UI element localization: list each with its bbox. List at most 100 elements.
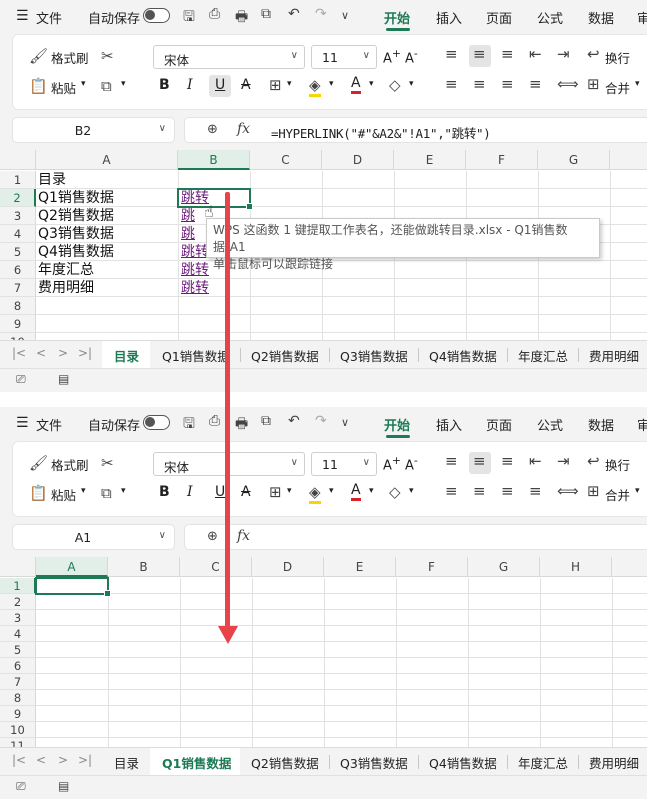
- select-all-corner[interactable]: [0, 150, 36, 170]
- tab-page[interactable]: 页面: [486, 8, 512, 27]
- menu-icon[interactable]: ☰: [16, 415, 29, 431]
- cut-icon[interactable]: ✂: [101, 47, 114, 65]
- hyperlink-b4[interactable]: 跳: [181, 225, 195, 243]
- autosave-toggle[interactable]: [143, 415, 170, 430]
- align-middle-icon[interactable]: ≡: [473, 452, 486, 470]
- chevron-down-icon[interactable]: ∨: [341, 9, 349, 22]
- autosave-toggle[interactable]: [143, 8, 170, 23]
- border-dropdown-icon[interactable]: ▾: [287, 486, 292, 496]
- row-header[interactable]: 9: [0, 315, 36, 333]
- print-preview-icon[interactable]: ⧉: [261, 413, 271, 429]
- column-header[interactable]: C: [180, 557, 252, 577]
- indent-decrease-icon[interactable]: ⇤: [529, 452, 542, 470]
- strikethrough-icon[interactable]: A: [241, 77, 251, 93]
- cell-a6[interactable]: 年度汇总: [38, 261, 94, 279]
- format-painter-icon[interactable]: 🖌: [29, 47, 48, 65]
- chevron-down-icon[interactable]: ∨: [341, 416, 349, 429]
- fx-icon[interactable]: fx: [237, 121, 250, 137]
- increase-font-icon[interactable]: A+: [383, 47, 401, 66]
- align-bottom-icon[interactable]: ≡: [501, 45, 514, 63]
- fill-dropdown-icon[interactable]: ▾: [329, 79, 334, 89]
- border-dropdown-icon[interactable]: ▾: [287, 79, 292, 89]
- align-right-icon[interactable]: ≡: [501, 482, 514, 500]
- row-header[interactable]: 6: [0, 658, 36, 674]
- merge-icon[interactable]: ⊞: [587, 75, 600, 93]
- hyperlink-b7[interactable]: 跳转: [181, 279, 209, 297]
- row-header[interactable]: 2: [0, 189, 36, 207]
- tab-home[interactable]: 开始: [384, 415, 410, 434]
- italic-icon[interactable]: I: [187, 484, 193, 500]
- column-header[interactable]: F: [466, 150, 538, 170]
- sheet-tab-q2[interactable]: Q2销售数据: [251, 346, 319, 365]
- sheet-tab-q4[interactable]: Q4销售数据: [429, 346, 497, 365]
- bold-icon[interactable]: B: [159, 484, 170, 500]
- increase-font-icon[interactable]: A+: [383, 454, 401, 473]
- indent-increase-icon[interactable]: ⇥: [557, 45, 570, 63]
- macro-icon[interactable]: ⎚: [16, 372, 26, 387]
- menu-icon[interactable]: ☰: [16, 8, 29, 24]
- save-icon[interactable]: 🖫: [183, 413, 195, 437]
- merge-dropdown-icon[interactable]: ▾: [635, 486, 640, 496]
- format-painter-button[interactable]: 格式刷: [51, 455, 89, 474]
- prev-sheet-icon[interactable]: <: [36, 753, 46, 767]
- tab-insert[interactable]: 插入: [436, 415, 462, 434]
- row-header[interactable]: 5: [0, 642, 36, 658]
- cut-icon[interactable]: ✂: [101, 454, 114, 472]
- formula-bar[interactable]: ⊕ fx =HYPERLINK("#"&A2&"!A1","跳转"): [184, 117, 647, 143]
- wrap-button[interactable]: 换行: [605, 48, 630, 67]
- border-icon[interactable]: ⊞: [269, 483, 282, 501]
- tab-review[interactable]: 审: [637, 415, 647, 434]
- name-box[interactable]: B2 ∨: [12, 117, 175, 143]
- formula-bar[interactable]: ⊕ fx: [184, 524, 647, 550]
- underline-icon[interactable]: U: [215, 77, 225, 93]
- font-color-icon[interactable]: A: [351, 75, 361, 94]
- eraser-icon[interactable]: ◇: [389, 483, 401, 501]
- row-header[interactable]: 8: [0, 297, 36, 315]
- font-color-dropdown-icon[interactable]: ▾: [369, 486, 374, 496]
- page-view-icon[interactable]: ▤: [58, 779, 69, 793]
- strikethrough-icon[interactable]: A: [241, 484, 251, 500]
- cell-a3[interactable]: Q2销售数据: [38, 207, 114, 225]
- copy-icon[interactable]: ⧉: [101, 77, 112, 95]
- font-name-select[interactable]: 宋体 ∨: [153, 45, 305, 69]
- sheet-tab-q3[interactable]: Q3销售数据: [340, 753, 408, 772]
- column-header[interactable]: [610, 150, 647, 170]
- redo-icon[interactable]: ↷: [315, 6, 327, 22]
- column-header[interactable]: E: [394, 150, 466, 170]
- tab-insert[interactable]: 插入: [436, 8, 462, 27]
- column-header[interactable]: H: [540, 557, 612, 577]
- row-header[interactable]: 7: [0, 279, 36, 297]
- tab-formula[interactable]: 公式: [537, 8, 563, 27]
- row-header[interactable]: 3: [0, 610, 36, 626]
- bold-icon[interactable]: B: [159, 77, 170, 93]
- decrease-font-icon[interactable]: A-: [405, 454, 418, 473]
- sheet-tab-annual[interactable]: 年度汇总: [518, 753, 568, 772]
- column-header[interactable]: D: [252, 557, 324, 577]
- column-header[interactable]: D: [322, 150, 394, 170]
- paste-icon[interactable]: 📋: [29, 484, 48, 502]
- indent-decrease-icon[interactable]: ⇤: [529, 45, 542, 63]
- save-icon[interactable]: 🖫: [183, 6, 195, 30]
- row-header[interactable]: 4: [0, 225, 36, 243]
- align-middle-icon[interactable]: ≡: [473, 45, 486, 63]
- cell-a2[interactable]: Q1销售数据: [38, 189, 114, 207]
- next-sheet-icon[interactable]: >: [58, 346, 68, 360]
- undo-icon[interactable]: ↶: [288, 413, 300, 429]
- row-header[interactable]: 7: [0, 674, 36, 690]
- row-header[interactable]: 1: [0, 171, 36, 189]
- paste-dropdown-icon[interactable]: ▾: [81, 486, 86, 496]
- font-size-select[interactable]: 11 ∨: [311, 452, 377, 476]
- column-header[interactable]: C: [250, 150, 322, 170]
- undo-icon[interactable]: ↶: [288, 6, 300, 22]
- wrap-icon[interactable]: ↩: [587, 452, 600, 470]
- cell-a4[interactable]: Q3销售数据: [38, 225, 114, 243]
- copy-dropdown-icon[interactable]: ▾: [121, 486, 126, 496]
- distributed-icon[interactable]: ⟺: [557, 482, 579, 500]
- redo-icon[interactable]: ↷: [315, 413, 327, 429]
- fill-color-icon[interactable]: ◈: [309, 76, 321, 97]
- merge-button[interactable]: 合并: [605, 485, 630, 504]
- align-left-icon[interactable]: ≡: [445, 482, 458, 500]
- column-header[interactable]: A: [36, 557, 108, 577]
- justify-icon[interactable]: ≡: [529, 482, 542, 500]
- tab-review[interactable]: 审: [637, 8, 647, 27]
